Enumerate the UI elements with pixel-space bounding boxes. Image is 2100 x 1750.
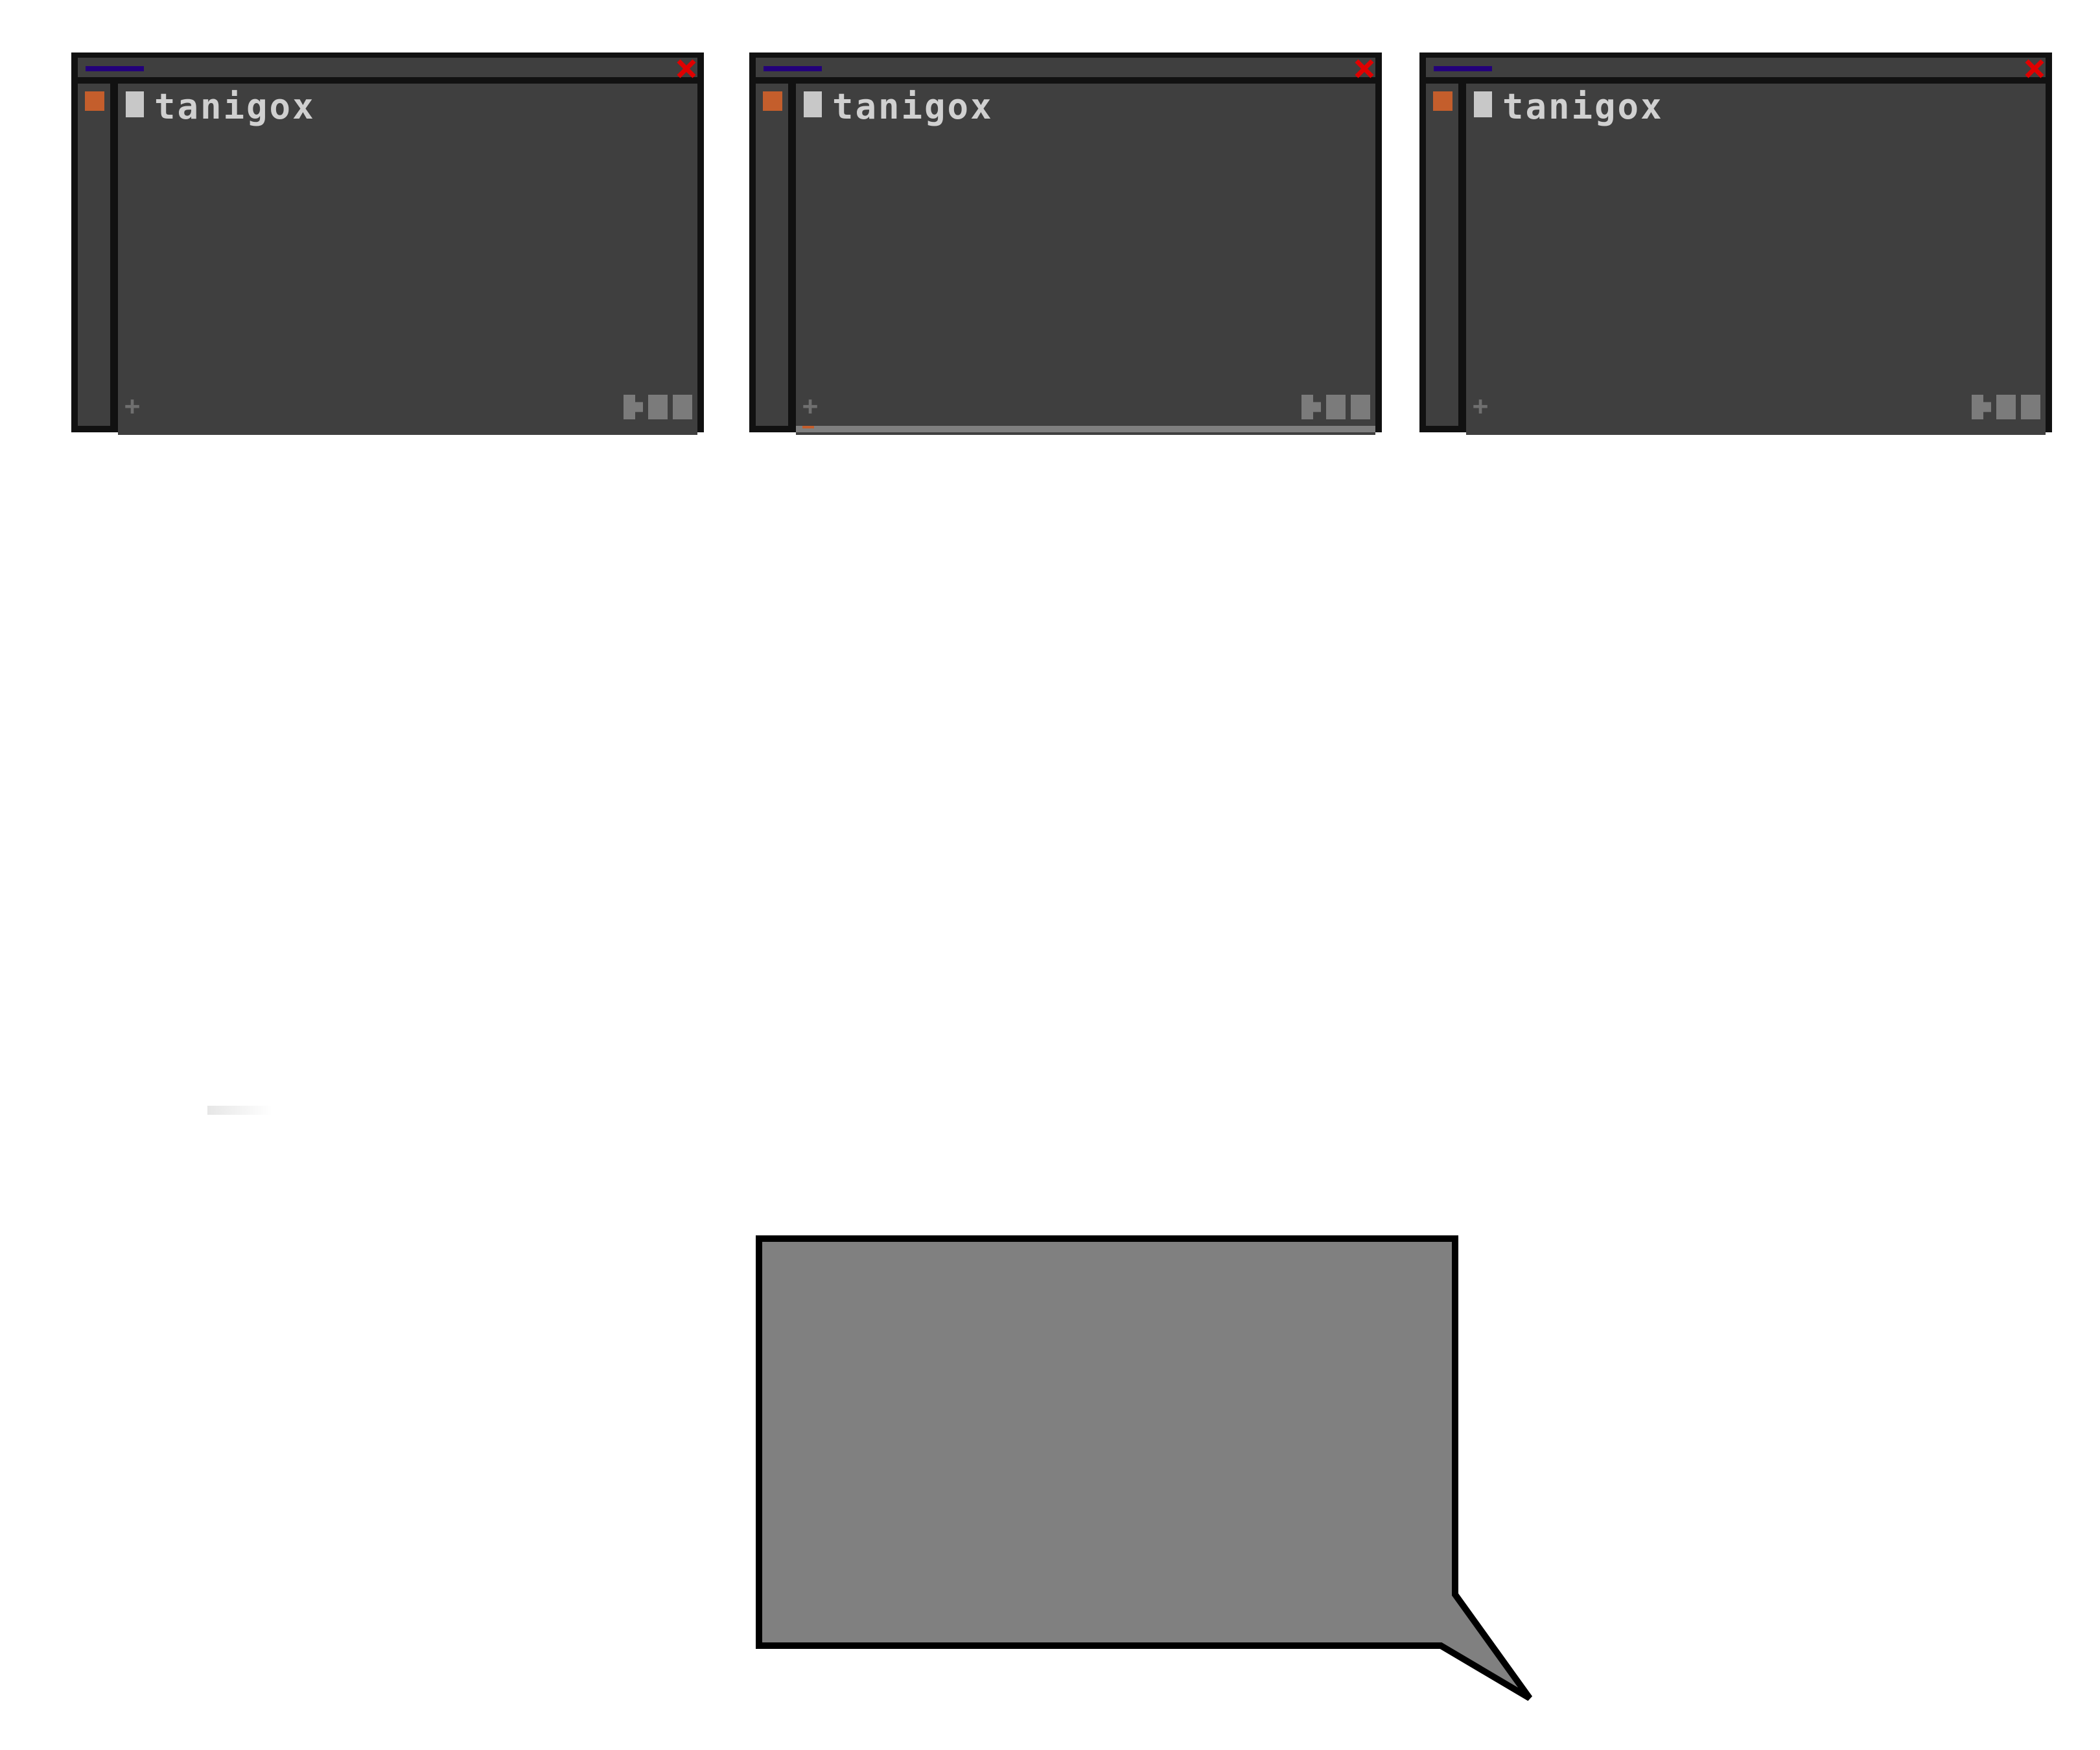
title-bar[interactable] (78, 58, 697, 78)
rail-marker-icon[interactable] (763, 91, 782, 111)
close-icon[interactable] (1355, 59, 1374, 78)
panel-icon[interactable] (1351, 395, 1370, 419)
side-rail (756, 84, 788, 426)
content-area: tanigox (1466, 84, 2046, 435)
document-icon (1474, 91, 1492, 117)
close-icon[interactable] (677, 59, 696, 78)
title-line-icon (86, 66, 144, 71)
window-panel-3: tanigox + (1419, 52, 2052, 435)
footer-icons (1301, 395, 1370, 419)
side-rail (78, 84, 110, 426)
footer-bar: + (118, 387, 697, 426)
rail-marker-icon[interactable] (1433, 91, 1452, 111)
panel-icon[interactable] (1326, 395, 1346, 419)
title-bar[interactable] (1426, 58, 2046, 78)
panel-notch-icon[interactable] (1301, 395, 1321, 419)
window-title: tanigox (832, 86, 994, 127)
plus-icon[interactable]: + (802, 393, 818, 419)
document-icon (804, 91, 822, 117)
footer-bar: + (796, 387, 1375, 426)
footer-bar: + (1466, 387, 2046, 426)
plus-icon[interactable]: + (124, 393, 140, 419)
content-area: tanigox (796, 84, 1375, 435)
title-line-icon (1434, 66, 1492, 71)
window-title: tanigox (1502, 86, 1664, 127)
rail-marker-icon[interactable] (85, 91, 104, 111)
document-icon (126, 91, 144, 117)
panel-icon[interactable] (648, 395, 668, 419)
speech-bubble-icon (755, 1235, 1546, 1701)
title-line-icon (764, 66, 822, 71)
plus-icon[interactable]: + (1473, 393, 1488, 419)
footer-icons (624, 395, 692, 419)
side-rail (1426, 84, 1458, 426)
panel-icon[interactable] (673, 395, 692, 419)
window-panel-1: tanigox + (71, 52, 704, 435)
content-area: tanigox (118, 84, 697, 435)
panel-notch-icon[interactable] (624, 395, 643, 419)
panel-icon[interactable] (1996, 395, 2016, 419)
footer-icons (1972, 395, 2040, 419)
title-bar[interactable] (756, 58, 1375, 78)
window-title: tanigox (154, 86, 316, 127)
smudge-mark (207, 1106, 272, 1115)
panel-notch-icon[interactable] (1972, 395, 1991, 419)
window-panel-2: tanigox + (749, 52, 1382, 435)
panel-icon[interactable] (2021, 395, 2040, 419)
close-icon[interactable] (2025, 59, 2044, 78)
